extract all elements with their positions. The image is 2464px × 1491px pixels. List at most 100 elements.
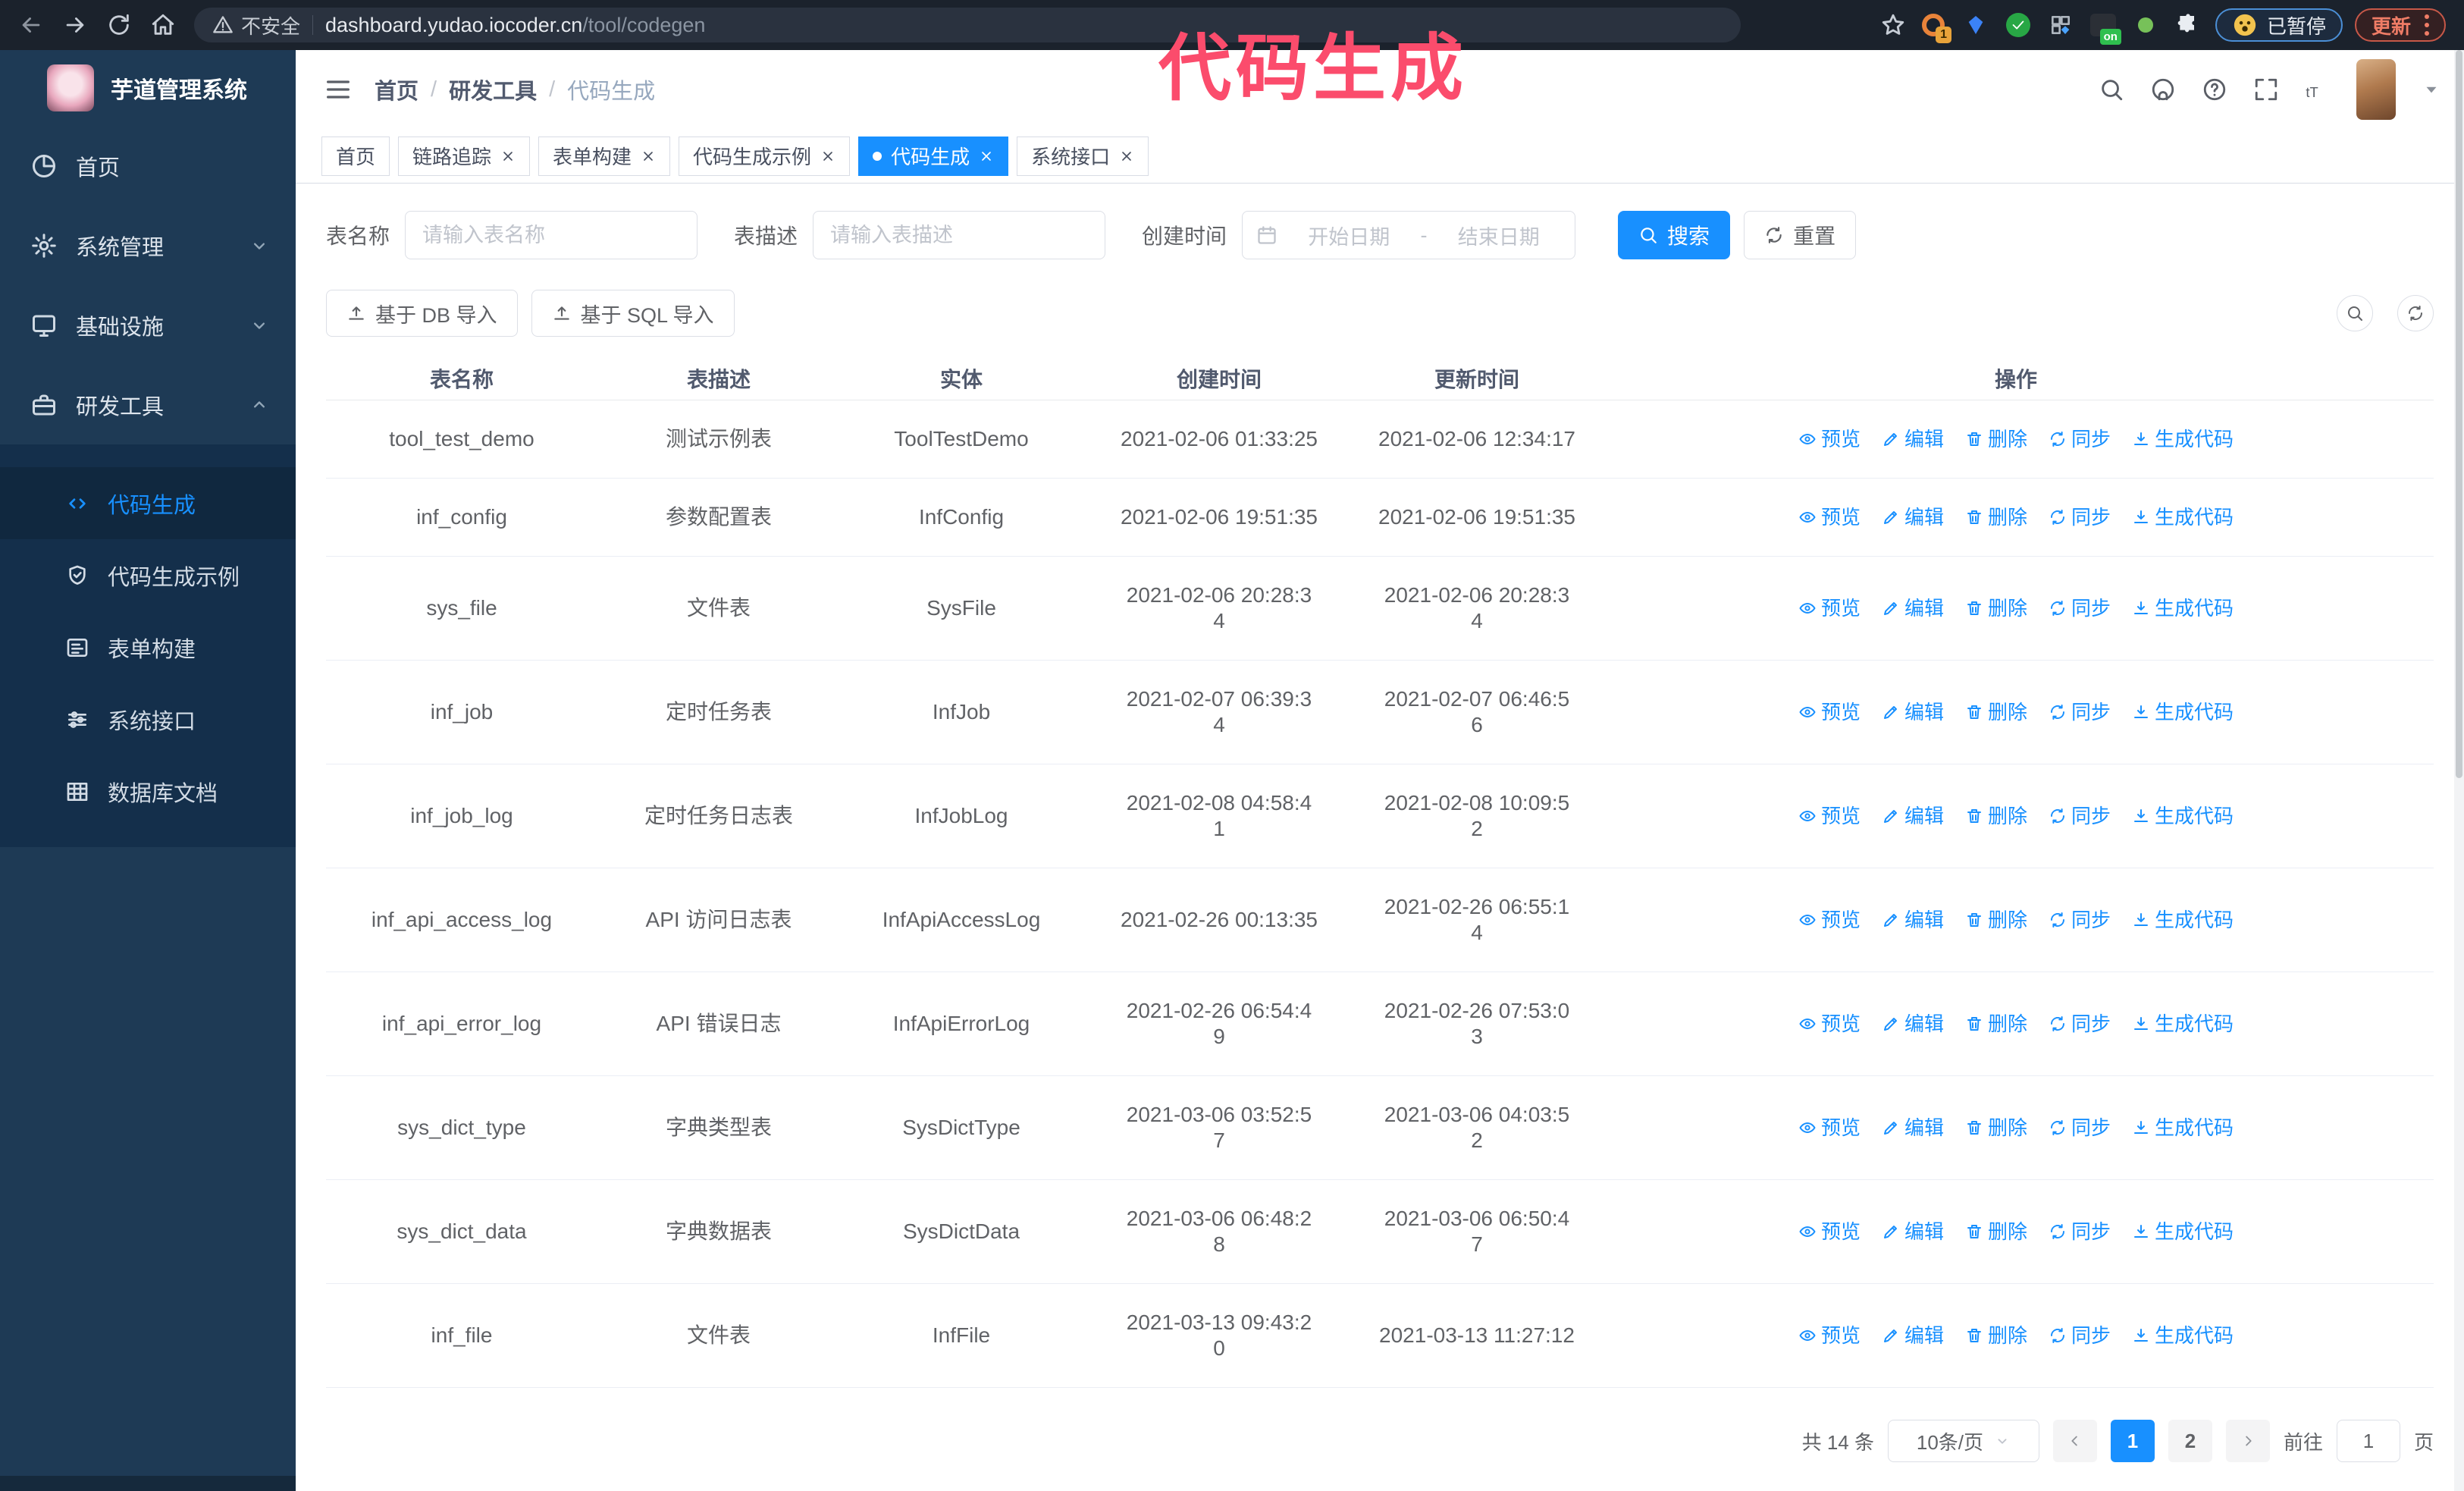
forward-icon[interactable] [62, 12, 88, 38]
edit-link[interactable]: 编辑 [1882, 426, 1944, 452]
delete-link[interactable]: 删除 [1965, 426, 2027, 452]
delete-link[interactable]: 删除 [1965, 595, 2027, 621]
security-chip[interactable]: 不安全 [212, 11, 300, 39]
edit-link[interactable]: 编辑 [1882, 1219, 1944, 1245]
help-icon[interactable] [2202, 77, 2227, 102]
generate-code-link[interactable]: 生成代码 [2132, 1011, 2234, 1037]
generate-code-link[interactable]: 生成代码 [2132, 907, 2234, 933]
extension-icon-dark[interactable]: on [2088, 10, 2121, 45]
edit-link[interactable]: 编辑 [1882, 699, 1944, 725]
breadcrumb-devtools[interactable]: 研发工具 [449, 74, 537, 105]
generate-code-link[interactable]: 生成代码 [2132, 1115, 2234, 1141]
address-bar[interactable]: 不安全 dashboard.yudao.iocoder.cn/tool/code… [194, 8, 1741, 42]
preview-link[interactable]: 预览 [1798, 699, 1861, 725]
update-button[interactable]: 更新 [2354, 8, 2446, 42]
font-size-icon[interactable]: tT [2305, 77, 2331, 102]
edit-link[interactable]: 编辑 [1882, 595, 1944, 621]
fullscreen-icon[interactable] [2253, 77, 2279, 102]
tab-codegen[interactable]: 代码生成 [858, 136, 1009, 176]
preview-link[interactable]: 预览 [1798, 907, 1861, 933]
edit-link[interactable]: 编辑 [1882, 1011, 1944, 1037]
github-icon[interactable] [2150, 77, 2176, 102]
import-db-button[interactable]: 基于 DB 导入 [326, 290, 518, 337]
caret-down-icon[interactable] [2422, 80, 2441, 99]
page-size-select[interactable]: 10条/页 [1887, 1420, 2039, 1462]
tab-form-builder[interactable]: 表单构建 [538, 136, 671, 176]
generate-code-link[interactable]: 生成代码 [2132, 1323, 2234, 1348]
generate-code-link[interactable]: 生成代码 [2132, 803, 2234, 829]
sidebar-item-devtools[interactable]: 研发工具 [0, 365, 296, 444]
edit-link[interactable]: 编辑 [1882, 1323, 1944, 1348]
delete-link[interactable]: 删除 [1965, 1115, 2027, 1141]
sync-link[interactable]: 同步 [2049, 907, 2111, 933]
tab-system-api[interactable]: 系统接口 [1017, 136, 1149, 176]
preview-link[interactable]: 预览 [1798, 1011, 1861, 1037]
generate-code-link[interactable]: 生成代码 [2132, 699, 2234, 725]
table-desc-input[interactable] [813, 211, 1106, 259]
extension-icon-grid[interactable] [2045, 10, 2076, 40]
preview-link[interactable]: 预览 [1798, 426, 1861, 452]
preview-link[interactable]: 预览 [1798, 504, 1861, 530]
extension-icon-green[interactable] [2130, 10, 2161, 40]
back-icon[interactable] [18, 12, 44, 38]
extensions-puzzle-icon[interactable] [2173, 10, 2203, 40]
sidebar-item-system[interactable]: 系统管理 [0, 206, 296, 285]
hamburger-icon[interactable] [323, 74, 353, 105]
extension-icon-orange[interactable]: 1 [1918, 10, 1951, 43]
breadcrumb-home[interactable]: 首页 [375, 74, 419, 105]
search-button[interactable]: 搜索 [1618, 211, 1731, 259]
sidebar-item-infra[interactable]: 基础设施 [0, 285, 296, 365]
logo-link[interactable]: 芋道管理系统 [0, 50, 296, 126]
bookmark-star-icon[interactable] [1880, 12, 1906, 38]
table-name-input[interactable] [405, 211, 698, 259]
delete-link[interactable]: 删除 [1965, 1323, 2027, 1348]
sync-link[interactable]: 同步 [2049, 426, 2111, 452]
edit-link[interactable]: 编辑 [1882, 1115, 1944, 1141]
goto-page-input[interactable] [2336, 1420, 2400, 1462]
tab-tracing[interactable]: 链路追踪 [398, 136, 531, 176]
edit-link[interactable]: 编辑 [1882, 504, 1944, 530]
toggle-search-button[interactable] [2337, 295, 2373, 331]
user-avatar[interactable] [2356, 59, 2396, 120]
edit-link[interactable]: 编辑 [1882, 803, 1944, 829]
page-button-1[interactable]: 1 [2110, 1420, 2155, 1462]
delete-link[interactable]: 删除 [1965, 803, 2027, 829]
sidebar-item-codegen[interactable]: 代码生成 [0, 467, 296, 539]
prev-page-button[interactable] [2052, 1420, 2097, 1462]
close-icon[interactable] [641, 149, 656, 164]
delete-link[interactable]: 删除 [1965, 907, 2027, 933]
search-icon[interactable] [2099, 77, 2124, 102]
sidebar-item-db-doc[interactable]: 数据库文档 [0, 755, 296, 827]
delete-link[interactable]: 删除 [1965, 1011, 2027, 1037]
preview-link[interactable]: 预览 [1798, 1115, 1861, 1141]
next-page-button[interactable] [2225, 1420, 2270, 1462]
sync-link[interactable]: 同步 [2049, 595, 2111, 621]
delete-link[interactable]: 删除 [1965, 1219, 2027, 1245]
preview-link[interactable]: 预览 [1798, 1323, 1861, 1348]
sync-link[interactable]: 同步 [2049, 1323, 2111, 1348]
preview-link[interactable]: 预览 [1798, 595, 1861, 621]
sidebar-item-codegen-demo[interactable]: 代码生成示例 [0, 539, 296, 611]
extension-icon-gem[interactable] [1961, 10, 1991, 40]
close-icon[interactable] [1119, 149, 1134, 164]
sync-link[interactable]: 同步 [2049, 1115, 2111, 1141]
preview-link[interactable]: 预览 [1798, 1219, 1861, 1245]
sync-link[interactable]: 同步 [2049, 699, 2111, 725]
sync-link[interactable]: 同步 [2049, 1011, 2111, 1037]
sidebar-item-system-api[interactable]: 系统接口 [0, 683, 296, 755]
scrollbar-thumb[interactable] [2456, 50, 2462, 778]
generate-code-link[interactable]: 生成代码 [2132, 595, 2234, 621]
window-scrollbar[interactable] [2454, 50, 2464, 1491]
reset-button[interactable]: 重置 [1744, 211, 1857, 259]
sidebar-item-home[interactable]: 首页 [0, 126, 296, 206]
close-icon[interactable] [500, 149, 516, 164]
reload-icon[interactable] [106, 12, 132, 38]
page-button-2[interactable]: 2 [2168, 1420, 2212, 1462]
generate-code-link[interactable]: 生成代码 [2132, 504, 2234, 530]
import-sql-button[interactable]: 基于 SQL 导入 [531, 290, 735, 337]
close-icon[interactable] [979, 149, 994, 164]
tab-codegen-demo[interactable]: 代码生成示例 [679, 136, 851, 176]
home-icon[interactable] [150, 12, 176, 38]
generate-code-link[interactable]: 生成代码 [2132, 1219, 2234, 1245]
sync-link[interactable]: 同步 [2049, 504, 2111, 530]
